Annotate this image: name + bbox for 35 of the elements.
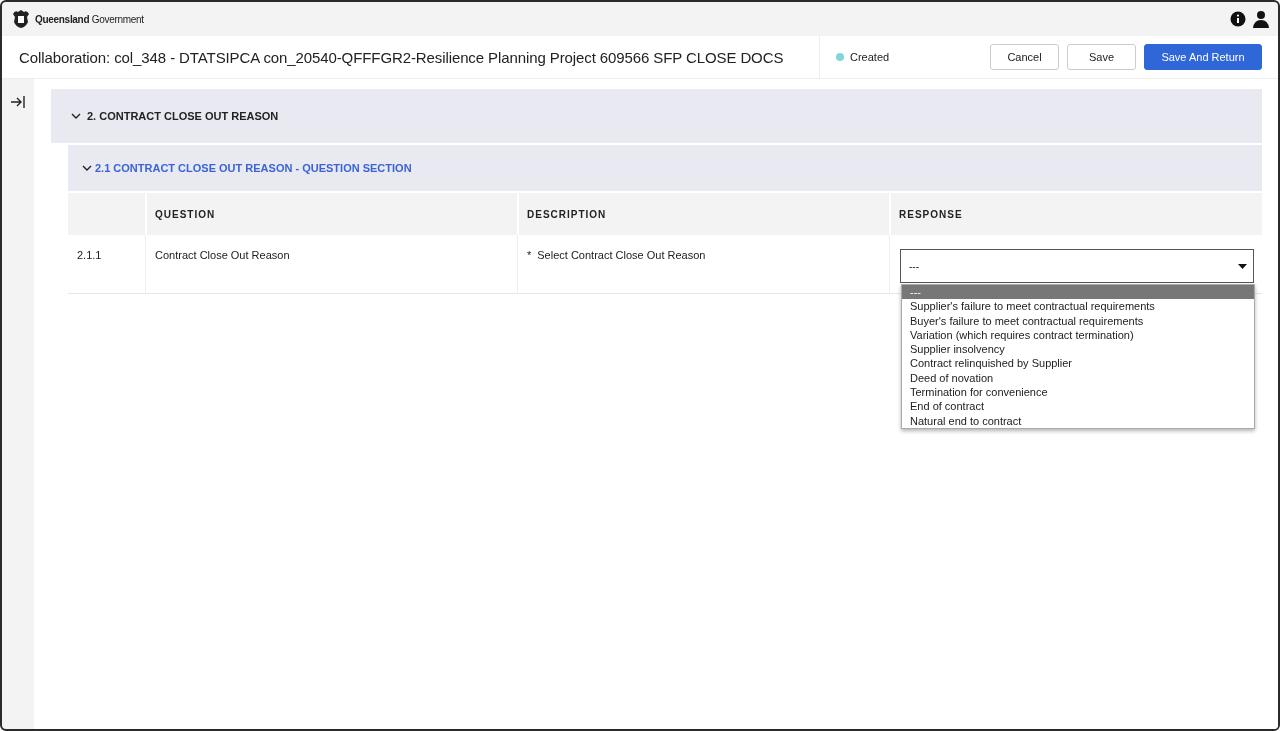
dropdown-option[interactable]: End of contract [902,399,1254,414]
dropdown-option[interactable]: Supplier insolvency [902,342,1254,357]
expand-panel-icon[interactable] [10,95,26,109]
column-header: RESPONSE [889,193,1262,235]
row-number: 2.1.1 [68,235,145,294]
dropdown-option[interactable]: --- [902,285,1254,300]
response-dropdown[interactable]: --- [900,249,1254,283]
info-icon[interactable] [1230,11,1246,27]
dropdown-option[interactable]: Deed of novation [902,370,1254,386]
section-header[interactable]: 2. CONTRACT CLOSE OUT REASON [51,89,1262,143]
crest-logo-icon [10,8,32,30]
description-text: Select Contract Close Out Reason [537,249,706,261]
subsection-header[interactable]: 2.1 CONTRACT CLOSE OUT REASON - QUESTION SECTION [68,145,1262,191]
dropdown-option[interactable]: Supplier's failure to meet contractual requirements [902,299,1254,314]
chevron-icon[interactable] [71,111,81,121]
dropdown-option[interactable]: Variation (which requires contract termination) [902,327,1254,343]
dropdown-option[interactable]: Buyer's failure to meet contractual requirements [902,313,1254,328]
dropdown-option[interactable]: Natural end to contract [902,413,1254,428]
logo-text: Queensland Government [35,13,144,25]
user-icon[interactable] [1252,10,1270,28]
page-title: Collaboration: col_348 - DTATSIPCA con_20540-QFFFGR2-Resilience Planning Project 609566 SFP CLOSE DOCS [2,36,820,78]
required-mark: * [527,249,532,261]
column-header: DESCRIPTION [517,193,889,235]
column-header: QUESTION [145,193,517,235]
primary-button[interactable]: Save And Return [1144,44,1262,70]
status-label: Created [850,51,890,63]
question-cell: Contract Close Out Reason [145,235,517,294]
dropdown-option[interactable]: Termination for convenience [902,385,1254,400]
secondary-button[interactable]: Save [1067,44,1136,70]
subsection-title: 2.1 CONTRACT CLOSE OUT REASON - QUESTION SECTION [95,162,412,174]
chevron-icon[interactable] [82,163,92,173]
dropdown-option[interactable]: Contract relinquished by Supplier [902,356,1254,371]
caret-icon [1238,263,1247,269]
section-title: 2. CONTRACT CLOSE OUT REASON [87,110,279,122]
secondary-button[interactable]: Cancel [990,44,1059,70]
